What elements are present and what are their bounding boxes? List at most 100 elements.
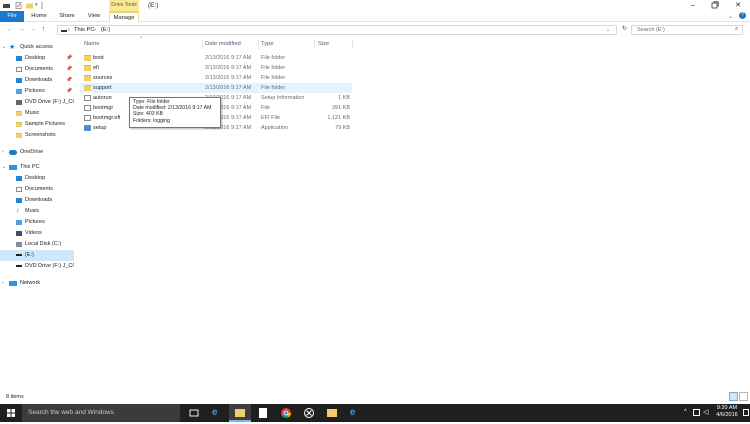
status-item-count: 8 items: [6, 394, 24, 400]
tab-home[interactable]: Home: [28, 11, 50, 22]
column-size[interactable]: Size: [318, 41, 329, 47]
pin-icon[interactable]: 📌: [66, 53, 72, 64]
drive-icon: [61, 26, 68, 36]
tab-share[interactable]: Share: [55, 11, 79, 22]
nav-pc-drive-e[interactable]: (E:): [0, 250, 74, 261]
nav-pc-music[interactable]: ♪ Music: [0, 206, 74, 217]
nav-qa-music[interactable]: Music: [0, 108, 74, 119]
file-row[interactable]: efi 2/13/2016 9:17 AM File folder: [80, 63, 352, 73]
dvd-drive-icon: [16, 265, 22, 267]
taskbar-search-input[interactable]: Search the web and Windows: [22, 404, 180, 422]
nav-pc-pictures[interactable]: Pictures: [0, 217, 74, 228]
nav-pc-videos[interactable]: Videos: [0, 228, 74, 239]
action-center-icon[interactable]: [743, 409, 749, 416]
file-row[interactable]: boot 2/13/2016 9:17 AM File folder: [80, 53, 352, 63]
nav-pc-dvd-drive[interactable]: DVD Drive (F:) J_CCS: [0, 261, 74, 272]
file-icon: [84, 115, 91, 121]
nav-onedrive[interactable]: › OneDrive: [0, 147, 74, 158]
column-date-modified[interactable]: Date modified: [205, 41, 241, 47]
nav-qa-documents[interactable]: Documents 📌: [0, 64, 74, 75]
pin-icon[interactable]: 📌: [66, 86, 72, 97]
store-taskbar-button[interactable]: [252, 404, 274, 422]
address-dropdown-icon[interactable]: ⌄: [606, 27, 610, 33]
details-view-button[interactable]: [729, 392, 738, 401]
chevron-right-icon[interactable]: ›: [2, 278, 4, 289]
nav-this-pc[interactable]: ⌄ This PC: [0, 162, 74, 173]
chevron-right-icon[interactable]: ›: [2, 147, 4, 158]
system-clock[interactable]: 9:20 AM 4/6/2016: [712, 405, 742, 419]
recent-locations-icon[interactable]: ⌄: [29, 25, 38, 34]
nav-pc-downloads[interactable]: Downloads: [0, 195, 74, 206]
nav-qa-sample-pictures[interactable]: Sample Pictures: [0, 119, 74, 130]
folder-icon: [84, 85, 91, 91]
column-divider[interactable]: [258, 40, 259, 49]
pin-icon[interactable]: 📌: [66, 64, 72, 75]
close-button[interactable]: ✕: [728, 0, 748, 11]
large-icons-view-button[interactable]: [739, 392, 748, 401]
nav-label: DVD Drive (F:) J_CCS: [25, 99, 74, 105]
expand-ribbon-icon[interactable]: ⌄: [728, 13, 733, 20]
breadcrumb-sep: ›: [94, 27, 96, 33]
explorer-window-taskbar-button[interactable]: [321, 404, 343, 422]
nav-pc-documents[interactable]: Documents: [0, 184, 74, 195]
column-divider[interactable]: [314, 40, 315, 49]
column-type[interactable]: Type: [261, 41, 274, 47]
search-input[interactable]: Search (E:): [631, 25, 743, 35]
nav-label: Desktop: [25, 55, 46, 61]
edge-icon: e: [212, 407, 218, 418]
nav-qa-screenshots[interactable]: Screenshots: [0, 130, 74, 141]
xbox-taskbar-button[interactable]: [298, 404, 320, 422]
file-row-hovered[interactable]: support 2/13/2016 9:17 AM File folder: [80, 83, 352, 93]
minimize-button[interactable]: –: [683, 0, 703, 11]
nav-qa-downloads[interactable]: Downloads 📌: [0, 75, 74, 86]
nav-qa-dvd-drive[interactable]: DVD Drive (F:) J_CCS: [0, 97, 74, 108]
help-icon[interactable]: ?: [739, 12, 746, 19]
nav-quick-access[interactable]: ⌄ ★ Quick access: [0, 42, 74, 53]
ie-taskbar-button[interactable]: e: [344, 404, 366, 422]
chevron-down-icon[interactable]: ⌄: [2, 42, 6, 53]
breadcrumb-drive-e[interactable]: (E:): [101, 27, 110, 33]
task-view-button[interactable]: [183, 404, 205, 422]
file-row[interactable]: sources 2/13/2016 9:17 AM File folder: [80, 73, 352, 83]
pin-icon[interactable]: 📌: [66, 75, 72, 86]
nav-qa-desktop[interactable]: Desktop 📌: [0, 53, 74, 64]
nav-qa-pictures[interactable]: Pictures 📌: [0, 86, 74, 97]
nav-label: Pictures: [25, 219, 45, 225]
file-name: setup: [93, 125, 107, 131]
refresh-icon[interactable]: ↻: [620, 25, 629, 34]
onedrive-cloud-icon: [9, 150, 17, 155]
nav-pc-local-disk-c[interactable]: Local Disk (C:): [0, 239, 74, 250]
column-name[interactable]: Name: [84, 41, 99, 47]
tab-manage[interactable]: Manage: [109, 11, 139, 22]
address-bar[interactable]: › This PC › (E:) ⌄: [57, 25, 617, 35]
tray-overflow-icon[interactable]: ^: [684, 409, 687, 415]
start-button[interactable]: [0, 404, 22, 422]
clock-date: 4/6/2016: [716, 412, 738, 418]
hard-drive-icon: [16, 242, 22, 247]
maximize-button[interactable]: [705, 0, 725, 11]
nav-pc-desktop[interactable]: Desktop: [0, 173, 74, 184]
edge-taskbar-button[interactable]: e: [206, 404, 228, 422]
new-folder-icon[interactable]: [26, 2, 33, 9]
up-button[interactable]: ↑: [39, 25, 48, 34]
volume-icon[interactable]: ◁: [703, 408, 708, 416]
column-divider[interactable]: [352, 40, 353, 49]
drive-tools-label: Drive Tools: [109, 0, 139, 11]
file-size: 391 KB: [331, 105, 350, 111]
properties-icon[interactable]: [15, 2, 22, 9]
back-button[interactable]: ←: [5, 25, 14, 34]
nav-network[interactable]: › Network: [0, 278, 74, 289]
tab-view[interactable]: View: [83, 11, 105, 22]
file-name: bootmgr.efi: [93, 115, 121, 121]
nav-label: Documents: [25, 66, 53, 72]
forward-button[interactable]: →: [17, 25, 26, 34]
breadcrumb-this-pc[interactable]: This PC: [74, 27, 95, 33]
column-divider[interactable]: [202, 40, 203, 49]
nav-label: Local Disk (C:): [25, 241, 62, 247]
network-status-icon[interactable]: [693, 409, 700, 416]
chevron-down-icon[interactable]: ⌄: [2, 162, 6, 173]
file-explorer-taskbar-button[interactable]: [229, 404, 251, 422]
ribbon-tabs: File Home Share View Drive Tools Manage …: [0, 0, 750, 22]
chrome-taskbar-button[interactable]: [275, 404, 297, 422]
tab-file[interactable]: File: [0, 11, 24, 22]
